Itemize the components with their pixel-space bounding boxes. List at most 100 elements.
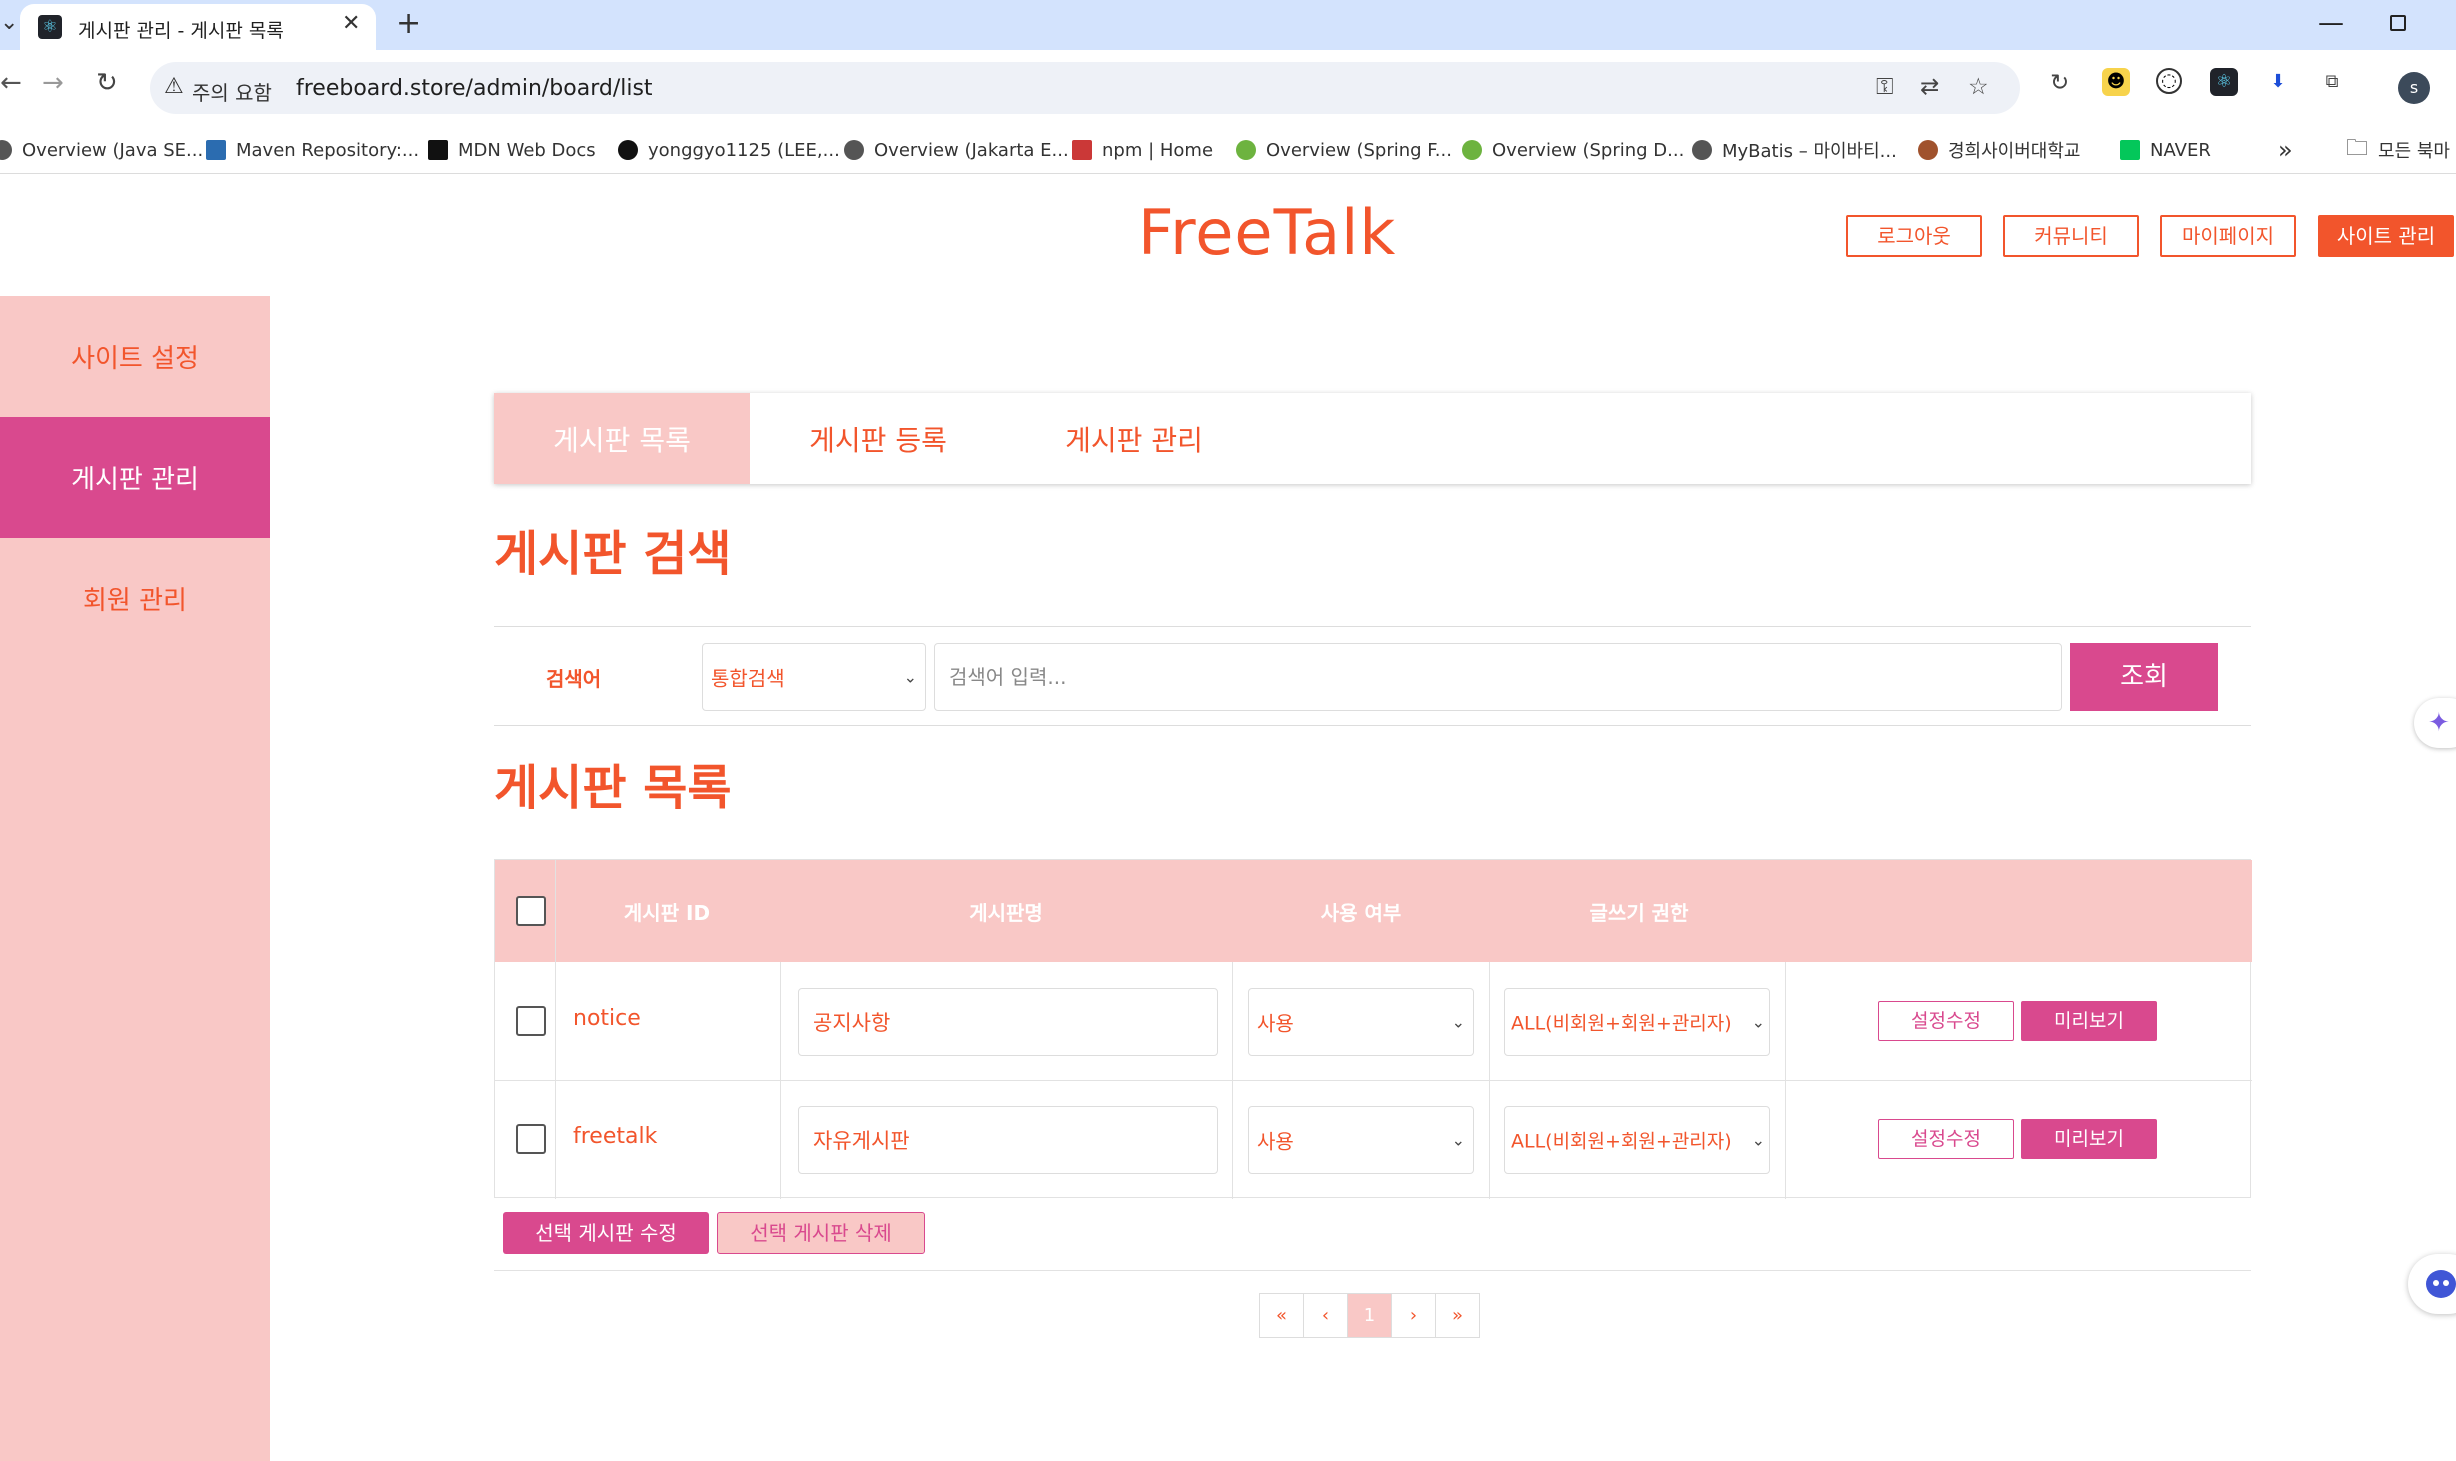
community-button[interactable]: 커뮤니티 xyxy=(2003,215,2139,257)
spring-icon xyxy=(1236,140,1256,160)
bookmarks-bar: Overview (Java SE... Maven Repository:..… xyxy=(0,126,2456,174)
search-type-select[interactable]: 통합검색 ⌄ xyxy=(702,643,926,711)
window-maximize-icon[interactable] xyxy=(2390,15,2406,31)
edit-settings-button[interactable]: 설정수정 xyxy=(1878,1119,2014,1159)
board-name-field[interactable]: 자유게시판 xyxy=(798,1106,1218,1174)
edit-settings-button[interactable]: 설정수정 xyxy=(1878,1001,2014,1041)
emoji-extension-icon[interactable]: ☻ xyxy=(2102,68,2130,96)
window-minimize-icon[interactable]: — xyxy=(2318,8,2344,38)
back-arrow-icon[interactable]: ← xyxy=(0,68,22,98)
all-bookmarks-folder[interactable]: 🗀 모든 북마 xyxy=(2346,126,2450,174)
search-button[interactable]: 조회 xyxy=(2070,643,2218,711)
page-prev-button[interactable]: ‹ xyxy=(1303,1293,1348,1338)
chevron-down-icon: ⌄ xyxy=(1451,1130,1465,1150)
preview-button[interactable]: 미리보기 xyxy=(2021,1119,2157,1159)
board-id-cell: notice xyxy=(573,1006,641,1031)
download-arrow-icon[interactable]: ⬇ xyxy=(2264,68,2292,96)
bookmark-item[interactable]: npm | Home xyxy=(1072,126,1213,174)
warning-triangle-icon: ⚠ xyxy=(164,74,184,99)
board-subtabs: 게시판 목록 게시판 등록 게시판 관리 xyxy=(494,393,2251,484)
select-all-checkbox[interactable] xyxy=(516,896,546,926)
security-status-label[interactable]: 주의 요함 xyxy=(192,77,272,106)
row-checkbox[interactable] xyxy=(516,1124,546,1154)
site-logo[interactable]: FreeTalk xyxy=(1138,196,1396,269)
column-divider xyxy=(555,860,556,1199)
bookmarks-overflow-button[interactable]: » xyxy=(2278,126,2293,174)
board-table: 게시판 ID 게시판명 사용 여부 글쓰기 권한 notice 공지사항 사용 … xyxy=(494,859,2252,1199)
tab-board-register[interactable]: 게시판 등록 xyxy=(750,393,1006,484)
mypage-button[interactable]: 마이페이지 xyxy=(2160,215,2296,257)
naver-icon xyxy=(2120,140,2140,160)
tab-title: 게시판 관리 - 게시판 목록 xyxy=(78,20,284,42)
search-input[interactable] xyxy=(934,643,2062,711)
logout-button[interactable]: 로그아웃 xyxy=(1846,215,1982,257)
browser-tab-strip: ⌄ ⚛ 게시판 관리 - 게시판 목록 ✕ + — xyxy=(0,0,2456,50)
column-header-board-id: 게시판 ID xyxy=(623,900,711,925)
forward-arrow-icon[interactable]: → xyxy=(42,68,64,98)
react-favicon-icon: ⚛ xyxy=(38,15,62,39)
tab-board-manage[interactable]: 게시판 관리 xyxy=(1006,393,1262,484)
row-checkbox[interactable] xyxy=(516,1006,546,1036)
write-permission-select[interactable]: ALL(비회원+회원+관리자) ⌄ xyxy=(1504,1106,1770,1174)
tab-search-chevron-icon[interactable]: ⌄ xyxy=(0,10,18,35)
globe-icon xyxy=(1692,140,1712,160)
bookmark-item[interactable]: MyBatis – 마이바티... xyxy=(1692,126,1897,174)
url-text[interactable]: freeboard.store/admin/board/list xyxy=(296,76,653,101)
delete-selected-button[interactable]: 선택 게시판 삭제 xyxy=(717,1212,925,1254)
tab-board-list[interactable]: 게시판 목록 xyxy=(494,393,750,484)
bookmark-item[interactable]: Overview (Java SE... xyxy=(0,126,203,174)
bookmark-star-icon[interactable]: ☆ xyxy=(1968,74,1989,100)
react-devtools-icon[interactable]: ⚛ xyxy=(2210,68,2238,96)
tab-close-icon[interactable]: ✕ xyxy=(342,11,360,36)
refresh-extension-icon[interactable]: ↻ xyxy=(2050,70,2069,96)
pagination: « ‹ 1 › » xyxy=(1259,1293,1480,1338)
reload-icon[interactable]: ↻ xyxy=(96,68,118,98)
write-permission-select[interactable]: ALL(비회원+회원+관리자) ⌄ xyxy=(1504,988,1770,1056)
mdn-icon xyxy=(428,140,448,160)
bookmark-item[interactable]: NAVER xyxy=(2120,126,2211,174)
bookmark-item[interactable]: MDN Web Docs xyxy=(428,126,596,174)
chatbot-float-button[interactable] xyxy=(2408,1254,2456,1314)
preview-button[interactable]: 미리보기 xyxy=(2021,1001,2157,1041)
password-key-icon[interactable]: ⚿ xyxy=(1876,74,1894,100)
profile-avatar[interactable]: s xyxy=(2398,72,2430,104)
divider xyxy=(494,1270,2251,1271)
chevron-down-icon: ⌄ xyxy=(903,667,917,687)
globe-icon xyxy=(0,140,12,160)
school-icon xyxy=(1918,140,1938,160)
bookmark-item[interactable]: Overview (Jakarta E... xyxy=(844,126,1069,174)
sidebar-item-member-management[interactable]: 회원 관리 xyxy=(0,538,270,659)
column-header-write-permission: 글쓰기 권한 xyxy=(1589,900,1689,925)
address-bar[interactable]: ⚠ 주의 요함 freeboard.store/admin/board/list… xyxy=(150,62,2020,114)
new-tab-plus-icon[interactable]: + xyxy=(396,6,421,41)
page-first-button[interactable]: « xyxy=(1259,1293,1304,1338)
board-id-cell: freetalk xyxy=(573,1124,658,1149)
chevron-down-icon: ⌄ xyxy=(1751,1012,1765,1032)
column-header-board-name: 게시판명 xyxy=(969,900,1043,925)
list-heading: 게시판 목록 xyxy=(494,760,732,816)
bookmark-item[interactable]: yonggyo1125 (LEE,... xyxy=(618,126,840,174)
search-heading: 게시판 검색 xyxy=(494,526,732,582)
browser-tab-active[interactable]: ⚛ 게시판 관리 - 게시판 목록 ✕ xyxy=(20,4,376,50)
bookmark-item[interactable]: Overview (Spring F... xyxy=(1236,126,1452,174)
use-select[interactable]: 사용 ⌄ xyxy=(1248,988,1474,1056)
page-last-button[interactable]: » xyxy=(1435,1293,1480,1338)
sparkle-assistant-icon[interactable]: ✦ xyxy=(2414,698,2456,748)
site-admin-button[interactable]: 사이트 관리 xyxy=(2318,215,2454,257)
modify-selected-button[interactable]: 선택 게시판 수정 xyxy=(503,1212,709,1254)
page-current[interactable]: 1 xyxy=(1347,1293,1392,1338)
extension-circle-icon[interactable]: ◌ xyxy=(2156,68,2182,94)
chevron-down-icon: ⌄ xyxy=(1751,1130,1765,1150)
translate-icon[interactable]: ⇄ xyxy=(1920,74,1939,100)
page-next-button[interactable]: › xyxy=(1391,1293,1436,1338)
use-select[interactable]: 사용 ⌄ xyxy=(1248,1106,1474,1174)
board-name-field[interactable]: 공지사항 xyxy=(798,988,1218,1056)
chevron-down-icon: ⌄ xyxy=(1451,1012,1465,1032)
extensions-puzzle-icon[interactable]: ⧉ xyxy=(2318,68,2346,96)
sidebar-item-site-settings[interactable]: 사이트 설정 xyxy=(0,296,270,417)
npm-icon xyxy=(1072,140,1092,160)
bookmark-item[interactable]: Maven Repository:... xyxy=(206,126,419,174)
bookmark-item[interactable]: 경희사이버대학교 xyxy=(1918,126,2080,174)
bookmark-item[interactable]: Overview (Spring D... xyxy=(1462,126,1684,174)
sidebar-item-board-management[interactable]: 게시판 관리 xyxy=(0,417,270,538)
